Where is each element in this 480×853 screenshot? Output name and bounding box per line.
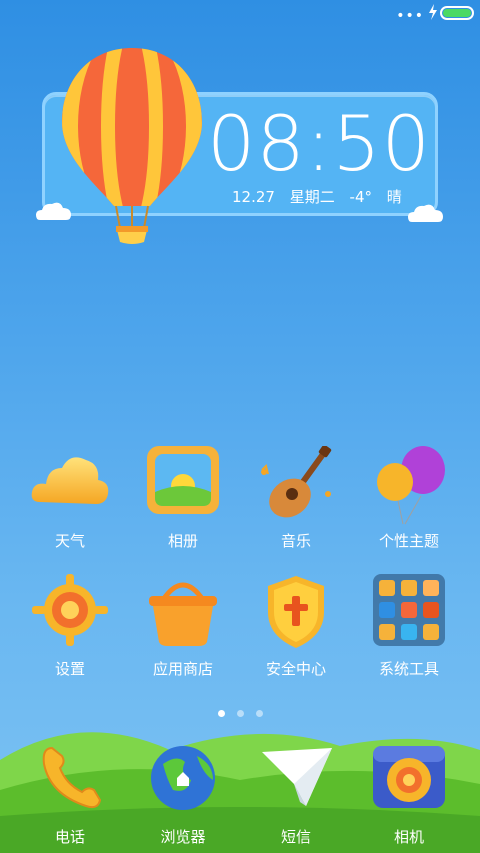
- app-weather[interactable]: 天气: [15, 446, 125, 550]
- basket-store-icon: [143, 574, 223, 654]
- app-label: 天气: [54, 532, 85, 550]
- camera-icon: [369, 744, 449, 824]
- guitar-music-icon: [256, 444, 336, 526]
- tools-folder-icon: [369, 574, 449, 654]
- app-label: 短信: [280, 828, 311, 846]
- weather-cloud-icon: [30, 446, 110, 526]
- dock-browser[interactable]: 浏览器: [128, 744, 238, 846]
- app-label: 电话: [54, 828, 85, 846]
- globe-browser-icon: [143, 744, 223, 824]
- page-dot[interactable]: [255, 710, 263, 717]
- app-label: 相机: [393, 828, 424, 846]
- app-label: 相册: [167, 532, 198, 550]
- weekday-text: 星期二: [289, 188, 335, 206]
- page-indicator: [0, 702, 480, 721]
- app-gallery[interactable]: 相册: [128, 446, 238, 550]
- page-dot[interactable]: [236, 710, 244, 717]
- more-dots-icon: •••: [396, 8, 424, 24]
- app-security[interactable]: 安全中心: [241, 574, 351, 678]
- dock-camera[interactable]: 相机: [354, 744, 464, 846]
- app-label: 安全中心: [265, 660, 326, 678]
- shield-security-icon: [256, 574, 336, 654]
- app-tools-folder[interactable]: 系统工具: [354, 574, 464, 678]
- app-label: 应用商店: [152, 660, 213, 678]
- page-dot[interactable]: [217, 710, 225, 717]
- app-label: 设置: [54, 660, 85, 678]
- sun-gear-settings-icon: [30, 574, 110, 654]
- clock-time: 08:50: [207, 99, 432, 188]
- date-text: 12.27: [232, 188, 275, 206]
- hot-air-balloon-icon: [62, 48, 202, 244]
- weather-text: 晴: [386, 188, 402, 206]
- dock-sms[interactable]: 短信: [241, 744, 351, 846]
- app-label: 音乐: [280, 532, 311, 550]
- phone-icon: [30, 744, 110, 824]
- dock-phone[interactable]: 电话: [15, 744, 125, 846]
- battery-icon: [440, 6, 474, 20]
- app-settings[interactable]: 设置: [15, 574, 125, 678]
- gallery-icon: [143, 446, 223, 526]
- temperature-text: -4°: [349, 188, 372, 206]
- balloons-theme-icon: [369, 446, 449, 526]
- date-weather-row: 12.27 星期二 -4° 晴: [232, 186, 412, 207]
- app-music[interactable]: 音乐: [241, 444, 351, 550]
- app-store[interactable]: 应用商店: [128, 574, 238, 678]
- charging-bolt-icon: [429, 4, 437, 20]
- paper-plane-sms-icon: [256, 744, 336, 824]
- app-label: 个性主题: [378, 532, 439, 550]
- cloud-icon: [408, 204, 443, 222]
- app-themes[interactable]: 个性主题: [354, 446, 464, 550]
- app-label: 浏览器: [160, 828, 206, 846]
- app-label: 系统工具: [378, 660, 439, 678]
- status-bar: •••: [0, 0, 480, 28]
